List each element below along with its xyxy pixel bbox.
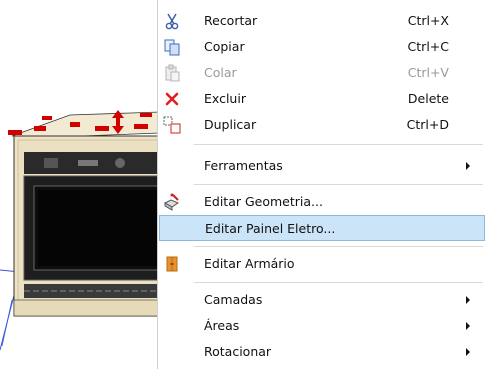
- cabinet-icon: [163, 255, 181, 273]
- menu-separator: [194, 144, 483, 145]
- menu-label: Ferramentas: [204, 158, 283, 173]
- menu-label: Duplicar: [204, 117, 257, 132]
- submenu-arrow-icon: [466, 322, 470, 330]
- menu-item-recortar[interactable]: Recortar Ctrl+X: [159, 8, 485, 34]
- menu-shortcut: Delete: [407, 91, 449, 106]
- submenu-arrow-icon: [466, 348, 470, 356]
- submenu-arrow-icon: [466, 296, 470, 304]
- duplicate-icon: [163, 116, 181, 134]
- menu-item-duplicar[interactable]: Duplicar Ctrl+D: [159, 112, 485, 138]
- menu-label: Recortar: [204, 13, 258, 28]
- oven-cabinet-model[interactable]: [0, 0, 160, 369]
- menu-label: Copiar: [204, 39, 245, 54]
- menu-shortcut: Ctrl+V: [407, 65, 449, 80]
- context-menu: Recortar Ctrl+X Copiar Ctrl+C Colar Ctrl…: [157, 0, 485, 369]
- menu-label: Colar: [204, 65, 237, 80]
- menu-item-editar-painel-eletro[interactable]: Editar Painel Eletro...: [159, 215, 485, 241]
- menu-item-editar-geometria[interactable]: Editar Geometria...: [159, 189, 485, 215]
- menu-label: Excluir: [204, 91, 246, 106]
- menu-label: Camadas: [204, 292, 263, 307]
- paste-icon: [163, 64, 181, 82]
- menu-shortcut: Ctrl+C: [407, 39, 449, 54]
- menu-item-colar[interactable]: Colar Ctrl+V: [159, 60, 485, 86]
- menu-label: Editar Geometria...: [204, 194, 323, 209]
- menu-shortcut: Ctrl+D: [406, 117, 449, 132]
- menu-item-areas[interactable]: Áreas: [159, 313, 485, 339]
- menu-separator: [194, 282, 483, 283]
- menu-separator: [194, 246, 483, 247]
- menu-item-rotacionar[interactable]: Rotacionar: [159, 339, 485, 365]
- 3d-viewport[interactable]: [0, 0, 160, 369]
- menu-item-editar-armario[interactable]: Editar Armário: [159, 251, 485, 277]
- menu-separator: [194, 184, 483, 185]
- menu-item-excluir[interactable]: Excluir Delete: [159, 86, 485, 112]
- submenu-arrow-icon: [466, 162, 470, 170]
- menu-item-ferramentas[interactable]: Ferramentas: [159, 153, 485, 179]
- menu-label: Rotacionar: [204, 344, 272, 359]
- copy-icon: [163, 38, 181, 56]
- menu-shortcut: Ctrl+X: [407, 13, 449, 28]
- geometry-edit-icon: [163, 193, 181, 211]
- delete-x-icon: [163, 90, 181, 108]
- menu-label: Editar Armário: [204, 256, 295, 271]
- menu-label: Áreas: [204, 318, 240, 333]
- menu-label: Editar Painel Eletro...: [205, 221, 336, 236]
- menu-item-camadas[interactable]: Camadas: [159, 287, 485, 313]
- scissors-icon: [163, 12, 181, 30]
- menu-item-copiar[interactable]: Copiar Ctrl+C: [159, 34, 485, 60]
